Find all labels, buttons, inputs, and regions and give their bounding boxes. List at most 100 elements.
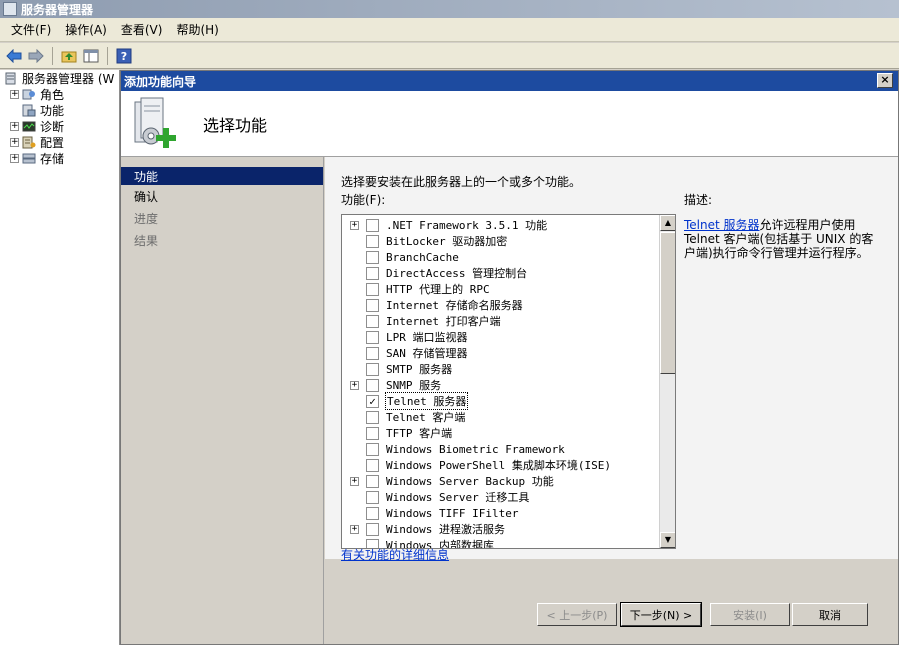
feature-row[interactable]: DirectAccess 管理控制台 (342, 265, 660, 281)
feature-checkbox[interactable] (366, 474, 379, 488)
menu-view[interactable]: 查看(V) (114, 21, 170, 38)
feature-row[interactable]: SMTP 服务器 (342, 361, 660, 377)
feature-row[interactable]: TFTP 客户端 (342, 425, 660, 441)
storage-icon (22, 153, 36, 163)
help-icon: ? (116, 48, 132, 63)
feature-row[interactable]: Windows Biometric Framework (342, 441, 660, 457)
back-button[interactable] (4, 46, 24, 66)
console-tree: 服务器管理器 (W + 角色 功能 + 诊断 + 配置 + 存储 (0, 70, 120, 645)
scroll-down-button[interactable]: ▼ (660, 532, 675, 548)
menu-file[interactable]: 文件(F) (4, 21, 58, 38)
expand-icon[interactable]: + (10, 153, 19, 163)
features-list-items: + .NET Framework 3.5.1 功能 BitLocker 驱动器加密 B… (342, 215, 660, 548)
scroll-up-button[interactable]: ▲ (660, 215, 675, 231)
feature-checkbox[interactable] (366, 298, 379, 312)
next-button[interactable]: 下一步(N) > (620, 602, 702, 627)
feature-row[interactable]: + Windows Server Backup 功能 (342, 473, 660, 489)
window-title: 服务器管理器 (21, 2, 94, 17)
feature-label: Internet 打印客户端 (386, 315, 501, 328)
feature-checkbox[interactable] (366, 426, 379, 440)
menu-help[interactable]: 帮助(H) (169, 21, 225, 38)
feature-label: SAN 存储管理器 (386, 347, 468, 360)
install-button[interactable]: 安装(I) (710, 603, 790, 626)
features-scrollbar[interactable]: ▲ ▼ (659, 215, 675, 548)
step-confirmation[interactable]: 确认 (121, 185, 323, 207)
wizard-title: 添加功能向导 (124, 74, 197, 89)
up-level-button[interactable] (59, 46, 79, 66)
feature-checkbox[interactable] (366, 330, 379, 344)
expand-icon[interactable]: + (10, 121, 19, 131)
expand-icon[interactable]: + (350, 220, 359, 230)
expand-icon[interactable]: + (350, 524, 359, 534)
feature-checkbox[interactable] (366, 346, 379, 360)
roles-icon (22, 89, 35, 99)
feature-label: BranchCache (386, 250, 459, 264)
feature-row[interactable]: HTTP 代理上的 RPC (342, 281, 660, 297)
feature-row[interactable]: + Windows 进程激活服务 (342, 521, 660, 537)
feature-label: Windows PowerShell 集成脚本环境(ISE) (386, 459, 611, 472)
feature-checkbox[interactable] (366, 218, 379, 232)
feature-row[interactable]: + SNMP 服务 (342, 377, 660, 393)
wizard-titlebar: 添加功能向导 × (121, 71, 898, 91)
menu-action[interactable]: 操作(A) (58, 21, 114, 38)
expand-icon[interactable]: + (10, 137, 19, 147)
feature-checkbox[interactable] (366, 506, 379, 520)
wizard-header: 选择功能 (121, 91, 898, 157)
feature-checkbox[interactable]: ✓ (366, 394, 379, 408)
feature-checkbox[interactable] (366, 314, 379, 328)
feature-row[interactable]: ✓ Telnet 服务器 (342, 392, 660, 410)
feature-checkbox[interactable] (366, 522, 379, 536)
tree-root[interactable]: 服务器管理器 (W (0, 70, 119, 86)
forward-button[interactable] (26, 46, 46, 66)
more-info-link[interactable]: 有关功能的详细信息 (341, 546, 449, 563)
feature-row[interactable]: Windows Server 迁移工具 (342, 489, 660, 505)
tree-item-features[interactable]: 功能 (0, 102, 119, 118)
tree-item-roles[interactable]: + 角色 (0, 86, 119, 102)
expand-icon[interactable]: + (350, 380, 359, 390)
back-arrow-icon (6, 48, 22, 63)
feature-checkbox[interactable] (366, 234, 379, 248)
feature-checkbox[interactable] (366, 458, 379, 472)
feature-row[interactable]: Internet 打印客户端 (342, 313, 660, 329)
feature-checkbox[interactable] (366, 378, 379, 392)
feature-checkbox[interactable] (366, 282, 379, 296)
expand-icon[interactable]: + (350, 476, 359, 486)
previous-button[interactable]: < 上一步(P) (537, 603, 617, 626)
feature-label: Internet 存储命名服务器 (386, 299, 523, 312)
feature-row[interactable]: Telnet 客户端 (342, 409, 660, 425)
tree-item-label: 配置 (40, 135, 65, 150)
feature-checkbox[interactable] (366, 266, 379, 280)
close-icon[interactable]: × (877, 73, 893, 88)
tree-item-diagnostics[interactable]: + 诊断 (0, 118, 119, 134)
cancel-button[interactable]: 取消 (792, 603, 868, 626)
feature-row[interactable]: SAN 存储管理器 (342, 345, 660, 361)
toolbar-separator (52, 46, 53, 65)
feature-row[interactable]: BitLocker 驱动器加密 (342, 233, 660, 249)
feature-row[interactable]: Internet 存储命名服务器 (342, 297, 660, 313)
step-progress: 进度 (134, 211, 159, 226)
configuration-icon (22, 136, 36, 148)
tree-item-storage[interactable]: + 存储 (0, 150, 119, 166)
feature-label: Telnet 服务器 (385, 392, 469, 410)
step-results: 结果 (134, 233, 159, 248)
feature-row[interactable]: + .NET Framework 3.5.1 功能 (342, 217, 660, 233)
feature-row[interactable]: LPR 端口监视器 (342, 329, 660, 345)
feature-checkbox[interactable] (366, 250, 379, 264)
show-hide-console-button[interactable] (81, 46, 101, 66)
tree-item-configuration[interactable]: + 配置 (0, 134, 119, 150)
scroll-thumb[interactable] (660, 232, 675, 374)
feature-checkbox[interactable] (366, 490, 379, 504)
tree-item-label: 诊断 (40, 119, 65, 134)
feature-row[interactable]: BranchCache (342, 249, 660, 265)
help-button[interactable]: ? (114, 46, 134, 66)
feature-row[interactable]: Windows PowerShell 集成脚本环境(ISE) (342, 457, 660, 473)
feature-checkbox[interactable] (366, 362, 379, 376)
description-feature-link[interactable]: Telnet 服务器 (684, 218, 760, 232)
features-list[interactable]: + .NET Framework 3.5.1 功能 BitLocker 驱动器加密 B… (341, 214, 676, 549)
feature-checkbox[interactable] (366, 410, 379, 424)
feature-row[interactable]: Windows TIFF IFilter (342, 505, 660, 521)
step-features[interactable]: 功能 (121, 167, 323, 185)
description-label: 描述: (684, 193, 713, 207)
expand-icon[interactable]: + (10, 89, 19, 99)
feature-checkbox[interactable] (366, 442, 379, 456)
